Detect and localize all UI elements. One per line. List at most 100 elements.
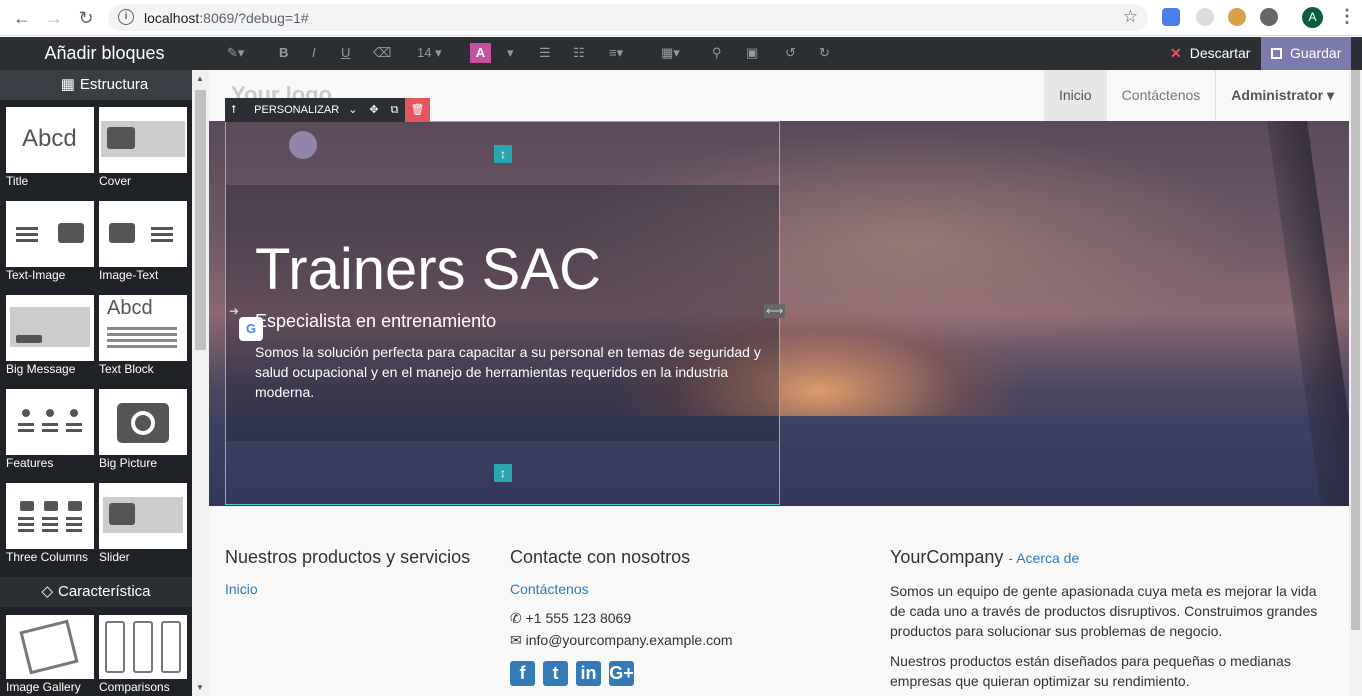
reload-icon[interactable]: ↻	[76, 8, 96, 28]
footer-company-text-2: Nuestros productos están diseñados para …	[890, 653, 1291, 689]
hero-text[interactable]: Somos la solución perfecta para capacita…	[255, 342, 765, 402]
chevron-down-icon[interactable]: ▾	[507, 45, 514, 61]
image-icon[interactable]: ▣	[746, 45, 758, 61]
menu-item-inicio[interactable]: Inicio	[1043, 70, 1107, 121]
sidebar-scrollbar[interactable]: ▲ ▼	[192, 70, 209, 696]
footer-company-title: YourCompany - Acerca de	[890, 547, 1330, 568]
link-icon[interactable]: ⚲	[712, 45, 722, 61]
move-left-icon[interactable]: ➜	[229, 304, 239, 318]
discard-label: Descartar	[1189, 45, 1251, 61]
phone-icon: ✆	[510, 610, 522, 626]
block-image-text[interactable]	[99, 201, 187, 267]
menu-item-contactenos[interactable]: Contáctenos	[1107, 70, 1216, 121]
lens	[131, 411, 155, 435]
table-icon[interactable]: ▦▾	[661, 45, 680, 61]
table-icon	[161, 621, 181, 673]
block-slider[interactable]	[99, 483, 187, 549]
block-label: Three Columns	[6, 550, 89, 564]
extension-icon[interactable]	[1260, 8, 1278, 26]
menu-item-administrator[interactable]: Administrator ▾	[1215, 70, 1349, 121]
align-icon[interactable]: ≡▾	[609, 45, 623, 61]
numbered-list-icon[interactable]: ☷	[573, 45, 585, 61]
footer-col-company: YourCompany - Acerca de Somos un equipo …	[890, 547, 1330, 696]
resize-right-handle[interactable]: ⟷	[764, 304, 786, 318]
twitter-icon[interactable]: t	[543, 661, 568, 686]
block-text-block[interactable]: Abcd	[99, 295, 187, 361]
section-feature-label: Característica	[58, 583, 151, 600]
sidebar-title: Añadir bloques	[0, 37, 209, 70]
bookmark-star-icon[interactable]: ☆	[1123, 7, 1138, 27]
bullet-list-icon[interactable]: ☰	[539, 45, 551, 61]
facebook-icon[interactable]: f	[510, 661, 535, 686]
scroll-thumb[interactable]	[195, 90, 206, 350]
background-drop-icon[interactable]	[289, 131, 317, 159]
about-link[interactable]: - Acerca de	[1008, 550, 1079, 566]
block-three-columns[interactable]	[6, 483, 94, 549]
magic-wand-icon[interactable]: ✎▾	[227, 45, 244, 61]
underline-icon[interactable]: U	[341, 45, 350, 60]
font-color-button[interactable]: A	[470, 43, 491, 63]
font-size-value: 14	[417, 45, 432, 60]
block-big-picture[interactable]	[99, 389, 187, 455]
customize-label: PERSONALIZAR	[254, 104, 340, 116]
diamond-icon: ◇	[41, 583, 53, 600]
footer-col-contact: Contacte con nosotros Contáctenos ✆ +1 5…	[510, 547, 850, 686]
extension-icon[interactable]	[1196, 8, 1214, 26]
hero-subtitle[interactable]: Especialista en entrenamiento	[255, 311, 496, 332]
cover-section[interactable]: ↕ ↕ ➜ ⟷ G Trainers SAC Especialista en e…	[209, 121, 1349, 506]
lines-icon	[16, 227, 38, 230]
back-icon[interactable]: ←	[12, 8, 32, 28]
discard-button[interactable]: ✕ Descartar	[1160, 37, 1260, 70]
resize-top-handle[interactable]: ↕	[494, 145, 512, 163]
eraser-icon[interactable]: ⌫	[373, 45, 391, 61]
cookie-extension-icon[interactable]	[1228, 8, 1246, 26]
save-button[interactable]: Guardar	[1261, 37, 1351, 70]
block-image-gallery[interactable]	[6, 615, 94, 679]
delete-icon[interactable]: 🗑	[404, 98, 431, 122]
customize-button[interactable]: PERSONALIZAR ⌄	[242, 98, 363, 122]
block-features[interactable]	[6, 389, 94, 455]
scroll-up-icon[interactable]: ▲	[196, 74, 204, 83]
phone-text: +1 555 123 8069	[525, 610, 632, 626]
resize-bottom-handle[interactable]: ↕	[494, 464, 512, 482]
footer-col-products: Nuestros productos y servicios Inicio	[225, 547, 495, 610]
main-menu: Inicio Contáctenos Administrator ▾	[1043, 70, 1349, 121]
clone-icon[interactable]: ⧉	[385, 98, 405, 122]
page-scrollbar[interactable]	[1349, 70, 1362, 696]
url-rest: :8069/?debug=1#	[199, 10, 309, 26]
page-scroll-thumb[interactable]	[1351, 70, 1360, 630]
block-title[interactable]: Abcd	[6, 107, 94, 173]
italic-icon[interactable]: I	[312, 45, 316, 60]
menu-icon[interactable]: ⋮	[1338, 6, 1356, 27]
redo-icon[interactable]: ↻	[819, 45, 830, 61]
lines-icon	[107, 327, 177, 330]
section-structure-label: Estructura	[79, 76, 149, 93]
envelope-icon: ✉	[510, 632, 522, 648]
translate-extension-icon[interactable]	[1162, 8, 1180, 26]
save-label: Guardar	[1290, 45, 1342, 61]
block-comparisons[interactable]	[99, 615, 187, 679]
linkedin-icon[interactable]: in	[576, 661, 601, 686]
font-size-select[interactable]: 14 ▾	[417, 45, 442, 61]
info-icon[interactable]: i	[118, 9, 134, 25]
footer-link-inicio[interactable]: Inicio	[225, 581, 495, 597]
avatar[interactable]: A	[1302, 7, 1323, 28]
parent-arrow-icon[interactable]: ⭡	[225, 98, 242, 122]
block-label: Features	[6, 456, 54, 470]
block-cover[interactable]	[99, 107, 187, 173]
camera-icon	[109, 223, 135, 243]
block-big-message[interactable]	[6, 295, 94, 361]
forward-icon[interactable]: →	[44, 8, 64, 28]
block-label: Text-Image	[6, 268, 66, 282]
footer-link-contactenos[interactable]: Contáctenos	[510, 581, 850, 597]
scroll-down-icon[interactable]: ▼	[196, 683, 204, 692]
block-label: Image-Text	[99, 268, 159, 282]
address-bar[interactable]: i localhost:8069/?debug=1# ☆	[108, 4, 1148, 31]
bold-icon[interactable]: B	[279, 45, 288, 60]
move-icon[interactable]: ✥	[363, 98, 384, 122]
hero-title[interactable]: Trainers SAC	[255, 236, 601, 303]
undo-icon[interactable]: ↺	[785, 45, 796, 61]
google-plus-icon[interactable]: G+	[609, 661, 634, 686]
camera-icon	[58, 223, 84, 243]
block-text-image[interactable]	[6, 201, 94, 267]
